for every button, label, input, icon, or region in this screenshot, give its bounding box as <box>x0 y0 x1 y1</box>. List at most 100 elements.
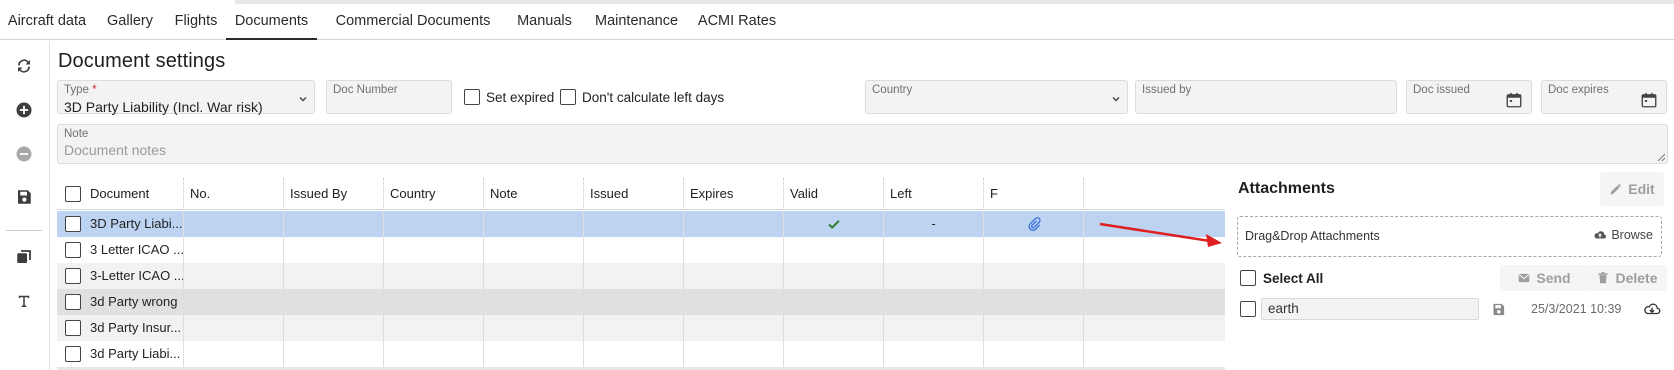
tab-flights[interactable]: Flights <box>166 4 226 40</box>
cell-note <box>484 237 584 263</box>
dont-calc-label: Don't calculate left days <box>582 90 725 105</box>
column-header-f[interactable]: F <box>984 178 1084 210</box>
row-checkbox[interactable] <box>65 294 81 310</box>
doc-number-field[interactable]: Doc Number <box>326 80 452 114</box>
table-row[interactable]: 3 Letter ICAO ... <box>57 237 1225 263</box>
cell-document: 3-Letter ICAO ... <box>84 263 184 289</box>
cell-valid <box>784 341 884 367</box>
row-checkbox[interactable] <box>65 216 81 232</box>
pencil-icon <box>1611 184 1622 195</box>
cloud-download-icon[interactable] <box>1642 300 1662 318</box>
select-all-checkbox[interactable] <box>1240 270 1256 286</box>
doc-issued-field[interactable]: Doc issued <box>1406 80 1532 114</box>
tab-documents[interactable]: Documents <box>226 4 317 40</box>
cell-left <box>884 263 984 289</box>
tab-gallery[interactable]: Gallery <box>96 4 164 40</box>
cell-valid <box>784 211 884 237</box>
tab-commercial-documents[interactable]: Commercial Documents <box>326 4 500 40</box>
attachment-checkbox[interactable] <box>1240 301 1256 317</box>
table-row[interactable]: 3d Party Insur... <box>57 315 1225 341</box>
remove-button[interactable] <box>8 138 40 170</box>
cell-file <box>984 315 1084 341</box>
row-checkbox[interactable] <box>65 268 81 284</box>
column-header-left[interactable]: Left <box>884 178 984 210</box>
cell-note <box>484 341 584 367</box>
attachment-name-input[interactable]: earth <box>1261 298 1479 320</box>
table-row[interactable]: 3D Party Liabi... - <box>57 211 1225 237</box>
cell-issued <box>584 289 684 315</box>
cell-issued <box>584 237 684 263</box>
cell-country <box>384 211 484 237</box>
cell-issued-by <box>284 341 384 367</box>
row-checkbox[interactable] <box>65 346 81 362</box>
cell-file <box>984 237 1084 263</box>
attachments-title: Attachments <box>1238 180 1335 197</box>
column-header-country[interactable]: Country <box>384 178 484 210</box>
cell-document: 3D Party Liabi... <box>84 211 184 237</box>
save-icon[interactable] <box>1491 302 1506 317</box>
select-all-rows-checkbox[interactable] <box>65 186 81 202</box>
copy-icon <box>17 250 31 263</box>
copy-button[interactable] <box>8 241 40 273</box>
send-button[interactable]: Send <box>1500 265 1588 291</box>
doc-expires-field[interactable]: Doc expires <box>1541 80 1667 114</box>
paperclip-icon[interactable] <box>1027 217 1041 231</box>
cloud-upload-icon <box>1594 231 1607 239</box>
delete-button[interactable]: Delete <box>1587 265 1667 291</box>
type-select[interactable]: Type * 3D Party Liability (Incl. War ris… <box>57 80 315 115</box>
cell-expires <box>684 211 784 237</box>
cell-issued-by <box>284 315 384 341</box>
select-all-label: Select All <box>1263 271 1324 286</box>
toolbar-divider <box>6 230 42 231</box>
column-header-no[interactable]: No. <box>184 178 284 210</box>
cell-no <box>184 289 284 315</box>
set-expired-checkbox[interactable] <box>464 89 480 105</box>
tab-aircraft-data[interactable]: Aircraft data <box>2 4 92 40</box>
edit-button[interactable]: Edit <box>1600 172 1664 206</box>
tab-manuals[interactable]: Manuals <box>510 4 579 40</box>
cell-file <box>984 211 1084 237</box>
save-button[interactable] <box>8 181 40 213</box>
tab-acmi-rates[interactable]: ACMI Rates <box>694 4 780 40</box>
page-title: Document settings <box>58 50 226 72</box>
row-checkbox[interactable] <box>65 320 81 336</box>
cell-expires <box>684 315 784 341</box>
text-button[interactable] <box>8 285 40 317</box>
tab-maintenance[interactable]: Maintenance <box>589 4 684 40</box>
calendar-icon[interactable] <box>1640 91 1658 109</box>
set-expired-label: Set expired <box>486 90 555 105</box>
cell-document: 3d Party Insur... <box>84 315 184 341</box>
browse-button[interactable]: Browse <box>1593 228 1653 242</box>
column-header-expires[interactable]: Expires <box>684 178 784 210</box>
add-button[interactable] <box>8 94 40 126</box>
row-checkbox[interactable] <box>65 242 81 258</box>
country-select[interactable]: Country <box>865 80 1128 114</box>
note-field[interactable]: Note Document notes <box>57 124 1668 164</box>
table-row[interactable]: 3-Letter ICAO ... <box>57 263 1225 289</box>
cell-issued-by <box>284 263 384 289</box>
refresh-button[interactable] <box>8 50 40 82</box>
browse-label: Browse <box>1611 228 1653 242</box>
column-header-valid[interactable]: Valid <box>784 178 884 210</box>
attachments-dropzone[interactable]: Drag&Drop Attachments Browse <box>1237 216 1662 257</box>
issued-by-field[interactable]: Issued by <box>1135 80 1397 114</box>
column-header-issued-by[interactable]: Issued By <box>284 178 384 210</box>
table-row[interactable]: 3d Party wrong <box>57 289 1225 315</box>
resize-handle-icon[interactable] <box>1657 153 1665 161</box>
cell-issued <box>584 315 684 341</box>
table-header: Document No. Issued By Country Note Issu… <box>57 178 1225 210</box>
column-header-note[interactable]: Note <box>484 178 584 210</box>
trash-icon <box>1598 272 1609 284</box>
envelope-icon <box>1519 273 1530 283</box>
dropzone-label: Drag&Drop Attachments <box>1245 229 1380 243</box>
table-row[interactable]: 3d Party Liabi... <box>57 341 1225 367</box>
attachment-date: 25/3/2021 10:39 <box>1531 302 1622 316</box>
column-header-document[interactable]: Document <box>84 178 184 210</box>
column-header-issued[interactable]: Issued <box>584 178 684 210</box>
dont-calc-checkbox[interactable] <box>560 89 576 105</box>
calendar-icon[interactable] <box>1505 91 1523 109</box>
type-value: 3D Party Liability (Incl. War risk) <box>64 99 263 115</box>
cell-issued <box>584 341 684 367</box>
cell-valid <box>784 263 884 289</box>
cell-expires <box>684 263 784 289</box>
